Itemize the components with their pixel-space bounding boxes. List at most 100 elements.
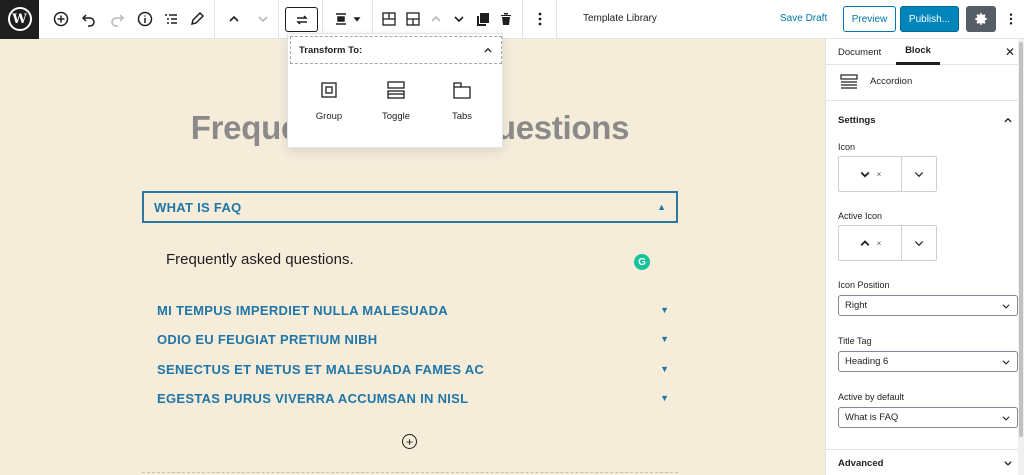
accordion-item[interactable]: SENECTUS ET NETUS ET MALESUADA FAMES AC … bbox=[157, 360, 669, 378]
publish-button[interactable]: Publish... bbox=[900, 6, 959, 32]
block-settings-sidebar: Document Block ✕ Accordion Settings Icon… bbox=[825, 39, 1024, 475]
accordion-item-active[interactable]: WHAT IS FAQ ▲ bbox=[142, 191, 678, 223]
toolbar-divider bbox=[556, 0, 557, 39]
move-up-icon[interactable] bbox=[223, 8, 245, 30]
settings-panel-toggle[interactable]: Settings bbox=[826, 106, 1024, 134]
align-icon[interactable] bbox=[330, 8, 352, 30]
icon-picker[interactable]: × bbox=[838, 156, 937, 192]
accordion-item[interactable]: ODIO EU FEUGIAT PRETIUM NIBH ▼ bbox=[157, 330, 669, 348]
transform-option-group[interactable]: Group bbox=[299, 80, 359, 122]
block-name: Accordion bbox=[870, 76, 913, 87]
advanced-panel-title: Advanced bbox=[838, 457, 884, 469]
caret-down-icon[interactable]: ▼ bbox=[660, 364, 669, 374]
accordion-item-title[interactable]: EGESTAS PURUS VIVERRA ACCUMSAN IN NISL bbox=[157, 391, 468, 406]
chevron-down-icon bbox=[1002, 303, 1010, 309]
insert-after-icon[interactable] bbox=[402, 8, 424, 30]
chevron-down-icon bbox=[860, 171, 870, 178]
duplicate-icon[interactable] bbox=[472, 8, 494, 30]
more-menu-button[interactable] bbox=[1003, 8, 1019, 30]
vertical-ellipsis-icon bbox=[1009, 13, 1013, 25]
transform-option-label: Tabs bbox=[451, 111, 473, 122]
group-icon bbox=[321, 82, 337, 98]
chevron-up-icon[interactable] bbox=[483, 45, 493, 55]
undo-icon[interactable] bbox=[78, 8, 100, 30]
toolbar-divider bbox=[522, 0, 523, 39]
tabs-icon bbox=[453, 82, 471, 99]
chevron-down-icon bbox=[914, 172, 924, 178]
wordpress-icon: W bbox=[7, 7, 32, 31]
add-block-icon[interactable] bbox=[50, 8, 72, 30]
tab-document[interactable]: Document bbox=[838, 39, 881, 65]
caret-down-icon[interactable]: ▼ bbox=[660, 305, 669, 315]
advanced-panel-toggle[interactable]: Advanced bbox=[826, 450, 1024, 475]
transform-option-label: Group bbox=[315, 111, 343, 122]
icon-picker-dropdown[interactable] bbox=[902, 157, 936, 191]
icon-position-value: Right bbox=[845, 300, 868, 311]
active-default-label: Active by default bbox=[838, 392, 905, 402]
transform-option-toggle[interactable]: Toggle bbox=[366, 80, 426, 122]
trash-icon[interactable] bbox=[495, 8, 517, 30]
active-icon-picker[interactable]: × bbox=[838, 225, 937, 261]
title-tag-label: Title Tag bbox=[838, 336, 872, 346]
block-card: Accordion bbox=[826, 65, 1024, 101]
transform-option-tabs[interactable]: Tabs bbox=[432, 80, 492, 122]
icon-picker-value[interactable]: × bbox=[839, 157, 902, 191]
grammarly-icon[interactable]: G bbox=[634, 254, 650, 270]
item-down-icon[interactable] bbox=[448, 8, 470, 30]
edit-pencil-icon[interactable] bbox=[186, 8, 208, 30]
info-icon[interactable] bbox=[134, 8, 156, 30]
more-options-icon[interactable] bbox=[529, 8, 551, 30]
accordion-item-title[interactable]: MI TEMPUS IMPERDIET NULLA MALESUADA bbox=[157, 303, 448, 318]
active-default-select[interactable]: What is FAQ bbox=[838, 407, 1018, 428]
transform-icon bbox=[295, 14, 308, 25]
icon-position-label: Icon Position bbox=[838, 280, 890, 290]
active-icon-label: Active Icon bbox=[838, 211, 883, 221]
accordion-item[interactable]: EGESTAS PURUS VIVERRA ACCUMSAN IN NISL ▼ bbox=[157, 389, 669, 407]
clear-icon[interactable]: × bbox=[877, 239, 882, 248]
transform-option-label: Toggle bbox=[382, 111, 410, 122]
caret-up-icon[interactable]: ▲ bbox=[657, 202, 666, 212]
clear-icon[interactable]: × bbox=[877, 170, 882, 179]
insert-before-icon[interactable] bbox=[378, 8, 400, 30]
toolbar-divider bbox=[214, 0, 215, 39]
add-item-icon[interactable]: + bbox=[402, 434, 417, 449]
title-tag-select[interactable]: Heading 6 bbox=[838, 351, 1018, 372]
active-icon-picker-value[interactable]: × bbox=[839, 226, 902, 260]
accordion-item[interactable]: MI TEMPUS IMPERDIET NULLA MALESUADA ▼ bbox=[157, 301, 669, 319]
icon-label: Icon bbox=[838, 142, 856, 152]
icon-position-select[interactable]: Right bbox=[838, 295, 1018, 316]
close-icon[interactable]: ✕ bbox=[1005, 39, 1015, 65]
title-tag-value: Heading 6 bbox=[845, 356, 889, 367]
transform-popover-header[interactable]: Transform To: bbox=[290, 36, 502, 64]
gear-icon bbox=[975, 12, 987, 26]
accordion-icon bbox=[840, 74, 858, 89]
document-title[interactable]: Template Library bbox=[583, 13, 657, 24]
list-view-icon[interactable] bbox=[160, 8, 182, 30]
active-icon-picker-dropdown[interactable] bbox=[902, 226, 936, 260]
move-down-icon[interactable] bbox=[252, 8, 274, 30]
redo-icon[interactable] bbox=[106, 8, 128, 30]
save-draft-button[interactable]: Save Draft bbox=[780, 13, 827, 24]
sidebar-scrollbar-thumb[interactable] bbox=[1019, 42, 1023, 437]
chevron-up-icon bbox=[1004, 117, 1012, 123]
tab-block[interactable]: Block bbox=[896, 39, 940, 65]
chevron-down-icon bbox=[1002, 359, 1010, 365]
item-up-icon[interactable] bbox=[425, 8, 447, 30]
active-default-value: What is FAQ bbox=[845, 412, 899, 423]
accordion-item-title[interactable]: ODIO EU FEUGIAT PRETIUM NIBH bbox=[157, 332, 378, 347]
preview-button[interactable]: Preview bbox=[843, 6, 896, 32]
chevron-up-icon bbox=[860, 240, 870, 246]
chevron-down-icon bbox=[1002, 415, 1010, 421]
transform-block-button[interactable] bbox=[285, 7, 318, 32]
align-dropdown-icon[interactable] bbox=[350, 8, 364, 30]
wordpress-logo[interactable]: W bbox=[0, 0, 39, 39]
accordion-item-content[interactable]: Frequently asked questions. bbox=[166, 251, 354, 268]
accordion-item-title[interactable]: SENECTUS ET NETUS ET MALESUADA FAMES AC bbox=[157, 362, 484, 377]
sidebar-tabs: Document Block ✕ bbox=[826, 39, 1024, 65]
caret-down-icon[interactable]: ▼ bbox=[660, 334, 669, 344]
transform-popover: Transform To: Group Toggle Tabs bbox=[287, 33, 503, 148]
accordion-item-title[interactable]: WHAT IS FAQ bbox=[154, 200, 242, 215]
settings-button[interactable] bbox=[966, 6, 996, 32]
chevron-down-icon bbox=[1004, 461, 1012, 466]
caret-down-icon[interactable]: ▼ bbox=[660, 393, 669, 403]
